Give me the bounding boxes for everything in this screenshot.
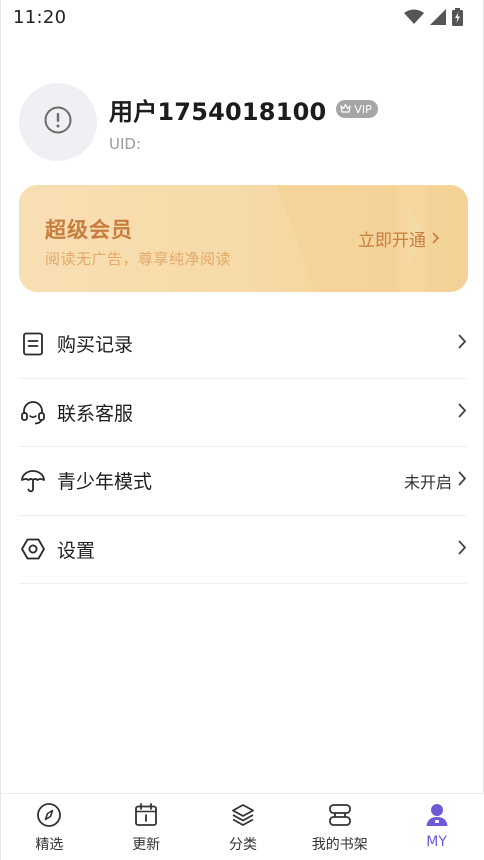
nav-tab-updates[interactable]: 更新 [98, 794, 195, 860]
status-icons [404, 8, 463, 26]
receipt-icon [19, 330, 47, 358]
menu-right: 未开启 [404, 469, 467, 493]
bookshelf-icon [327, 802, 353, 828]
chevron-right-icon [432, 229, 440, 249]
nav-label: 更新 [132, 837, 161, 853]
menu-item-teen-mode[interactable]: 青少年模式 未开启 [19, 447, 467, 516]
compass-icon [36, 802, 62, 828]
vip-badge-label: VIP [354, 102, 372, 116]
vip-open-button[interactable]: 立即开通 [358, 226, 440, 251]
menu-right [458, 540, 467, 559]
nav-tab-bookshelf[interactable]: 我的书架 [291, 794, 388, 860]
headset-icon [19, 398, 47, 426]
nav-label: 我的书架 [311, 837, 368, 853]
profile-text: 用户1754018100 VIP UID: [109, 92, 378, 153]
status-time: 11:20 [13, 6, 67, 28]
menu-label: 青少年模式 [57, 471, 153, 494]
nav-label: MY [426, 834, 447, 850]
cellular-signal-icon [430, 9, 446, 25]
menu-label: 设置 [57, 539, 96, 562]
menu-item-customer-service[interactable]: 联系客服 [19, 379, 467, 447]
vip-open-label: 立即开通 [358, 231, 426, 251]
settings-menu: 购买记录 联系客服 青少年模式 未开启 设置 [19, 310, 467, 584]
calendar-icon [133, 802, 159, 828]
chevron-right-icon [458, 403, 467, 422]
vip-badge: VIP [336, 100, 378, 118]
nav-label: 分类 [228, 837, 257, 853]
chevron-right-icon [458, 334, 467, 353]
nav-tab-my[interactable]: MY [388, 794, 484, 860]
chevron-right-icon [458, 540, 467, 559]
umbrella-icon [19, 467, 47, 495]
menu-right [458, 334, 467, 353]
user-icon [424, 802, 450, 828]
nav-tab-categories[interactable]: 分类 [195, 794, 292, 860]
layers-icon [230, 802, 256, 828]
uid-label: UID: [109, 134, 142, 153]
alert-circle-icon [43, 105, 73, 139]
menu-item-purchase-history[interactable]: 购买记录 [19, 310, 467, 379]
battery-charging-icon [452, 8, 463, 26]
vip-title: 超级会员 [45, 218, 133, 242]
menu-label: 购买记录 [57, 334, 134, 357]
nav-tab-featured[interactable]: 精选 [1, 794, 98, 860]
wifi-icon [404, 9, 424, 25]
nav-label: 精选 [35, 837, 64, 853]
vip-subtitle: 阅读无广告，尊享纯净阅读 [45, 250, 232, 268]
chevron-right-icon [458, 471, 467, 490]
status-bar: 11:20 [1, 0, 484, 34]
avatar[interactable] [19, 83, 97, 161]
menu-right [458, 403, 467, 422]
menu-item-settings[interactable]: 设置 [19, 516, 467, 584]
profile-header[interactable]: 用户1754018100 VIP UID: [19, 82, 459, 162]
name-row: 用户1754018100 VIP [109, 92, 378, 127]
menu-label: 联系客服 [57, 402, 134, 425]
username: 用户1754018100 [109, 97, 327, 126]
crown-icon [340, 103, 352, 116]
vip-membership-card[interactable]: 超级会员 阅读无广告，尊享纯净阅读 立即开通 [19, 185, 468, 292]
settings-hexagon-icon [19, 535, 47, 563]
teen-mode-status: 未开启 [403, 472, 452, 492]
bottom-navigation: 精选 更新 分类 我的书架 MY [1, 793, 484, 860]
